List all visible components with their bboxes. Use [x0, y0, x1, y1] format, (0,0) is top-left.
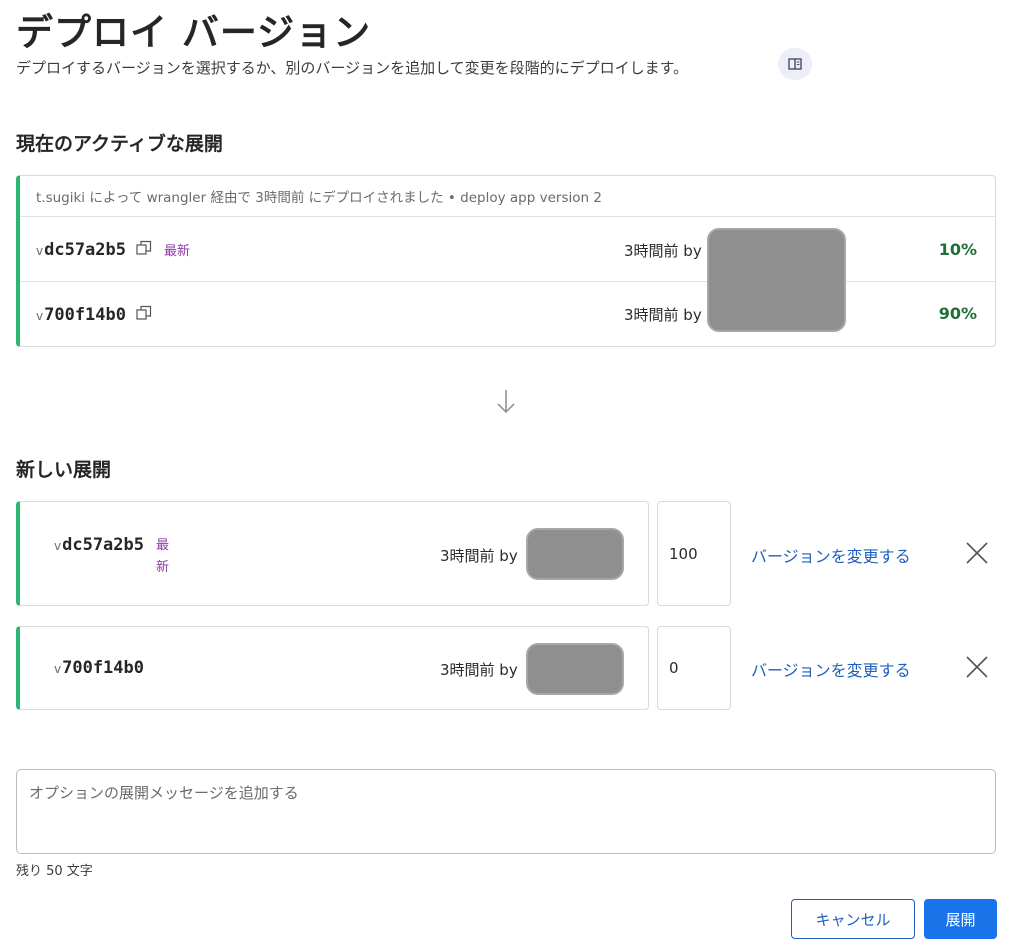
traffic-percent-input[interactable] [657, 626, 731, 710]
redacted-avatar [526, 643, 624, 695]
redacted-avatar [707, 228, 846, 332]
deploy-button[interactable]: 展開 [924, 899, 997, 939]
new-deployment-title: 新しい展開 [16, 459, 112, 481]
version-id: dc57a2b5 [44, 240, 126, 260]
page-title: デプロイ バージョン [16, 11, 372, 54]
current-version-row: v dc57a2b5 最新 3時間前 by 10% [20, 217, 995, 282]
cancel-button[interactable]: キャンセル [791, 899, 915, 939]
deployment-message-input[interactable] [16, 769, 996, 854]
version-prefix: v [54, 539, 62, 553]
copy-icon[interactable] [136, 305, 152, 321]
traffic-percent-input[interactable] [657, 501, 731, 606]
version-label: v dc57a2b5 最新 [36, 239, 190, 260]
deployed-time-by: 3時間前 by [624, 306, 702, 324]
change-version-link[interactable]: バージョンを変更する [751, 543, 911, 567]
remaining-characters: 残り 50 文字 [16, 864, 93, 879]
current-version-row: v 700f14b0 3時間前 by 90% [20, 282, 995, 347]
current-deployment-title: 現在のアクティブな展開 [16, 133, 223, 155]
deployed-time-by: 3時間前 by [440, 661, 518, 679]
page-subtitle: デプロイするバージョンを選択するか、別のバージョンを追加して変更を段階的にデプロ… [16, 59, 689, 77]
deployed-time-by: 3時間前 by [440, 547, 518, 565]
deployed-time-by: 3時間前 by [624, 242, 702, 260]
current-deployment-card: t.sugiki によって wrangler 経由で 3時間前 にデプロイされま… [16, 175, 996, 347]
latest-badge: 最新 [164, 244, 191, 259]
version-id: 700f14b0 [44, 305, 126, 325]
deployment-meta: t.sugiki によって wrangler 経由で 3時間前 にデプロイされま… [20, 176, 995, 217]
copy-icon[interactable] [136, 240, 152, 256]
docs-button[interactable] [778, 48, 812, 80]
traffic-percent: 90% [938, 304, 977, 323]
version-id: dc57a2b5 [62, 535, 144, 555]
version-label: v 700f14b0 [36, 304, 152, 325]
version-prefix: v [36, 244, 44, 258]
traffic-percent: 10% [938, 240, 977, 259]
arrow-down-icon [497, 390, 515, 414]
version-prefix: v [54, 662, 62, 676]
latest-badge: 最新 [156, 538, 170, 575]
change-version-link[interactable]: バージョンを変更する [751, 657, 911, 681]
version-label: v dc57a2b5 [54, 535, 144, 555]
redacted-avatar [526, 528, 624, 580]
version-id: 700f14b0 [62, 658, 144, 678]
close-icon[interactable] [963, 539, 991, 567]
version-prefix: v [36, 309, 44, 323]
book-icon [788, 58, 802, 70]
close-icon[interactable] [963, 653, 991, 681]
version-label: v 700f14b0 [54, 658, 144, 678]
